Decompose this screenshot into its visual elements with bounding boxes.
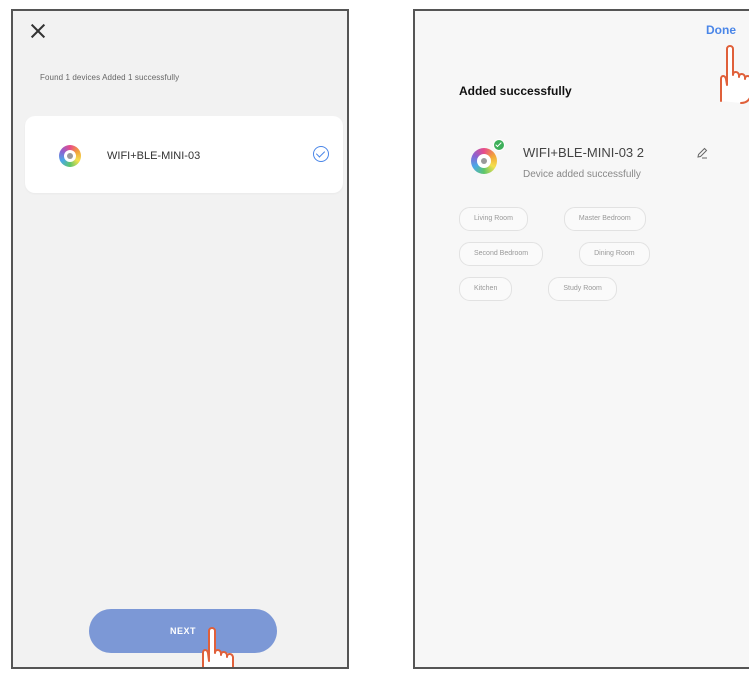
page-title: Added successfully	[459, 84, 572, 98]
rainbow-bulb-icon	[59, 145, 81, 167]
device-card[interactable]: WIFI+BLE-MINI-03	[25, 116, 343, 193]
success-check-icon	[493, 139, 505, 151]
room-row: Second Bedroom Dining Room	[459, 242, 749, 266]
device-name: WIFI+BLE-MINI-03	[107, 150, 201, 162]
device-name: WIFI+BLE-MINI-03 2	[523, 145, 644, 160]
room-chip[interactable]: Study Room	[548, 277, 617, 301]
rainbow-bulb-icon	[471, 148, 497, 174]
pointer-hand-icon	[202, 627, 234, 667]
pointer-hand-icon	[720, 45, 749, 104]
done-button[interactable]: Done	[706, 23, 736, 37]
room-chip[interactable]: Dining Room	[579, 242, 650, 266]
found-devices-text: Found 1 devices Added 1 successfully	[40, 73, 180, 82]
edit-pencil-icon[interactable]	[696, 147, 708, 159]
device-status: Device added successfully	[523, 169, 641, 180]
room-row: Kitchen Study Room	[459, 277, 749, 301]
room-chip[interactable]: Kitchen	[459, 277, 513, 301]
room-chip[interactable]: Master Bedroom	[563, 207, 646, 231]
room-chip[interactable]: Living Room	[459, 207, 528, 231]
room-chip[interactable]: Second Bedroom	[459, 242, 544, 266]
check-circle-icon[interactable]	[313, 146, 329, 162]
added-successfully-screen: Done Added successfully WIFI+BLE-MINI-03…	[413, 9, 749, 669]
room-chips: Living Room Master Bedroom Second Bedroo…	[459, 207, 749, 312]
close-icon[interactable]	[27, 19, 51, 43]
room-row: Living Room Master Bedroom	[459, 207, 749, 231]
device-found-screen: Found 1 devices Added 1 successfully WIF…	[11, 9, 349, 669]
